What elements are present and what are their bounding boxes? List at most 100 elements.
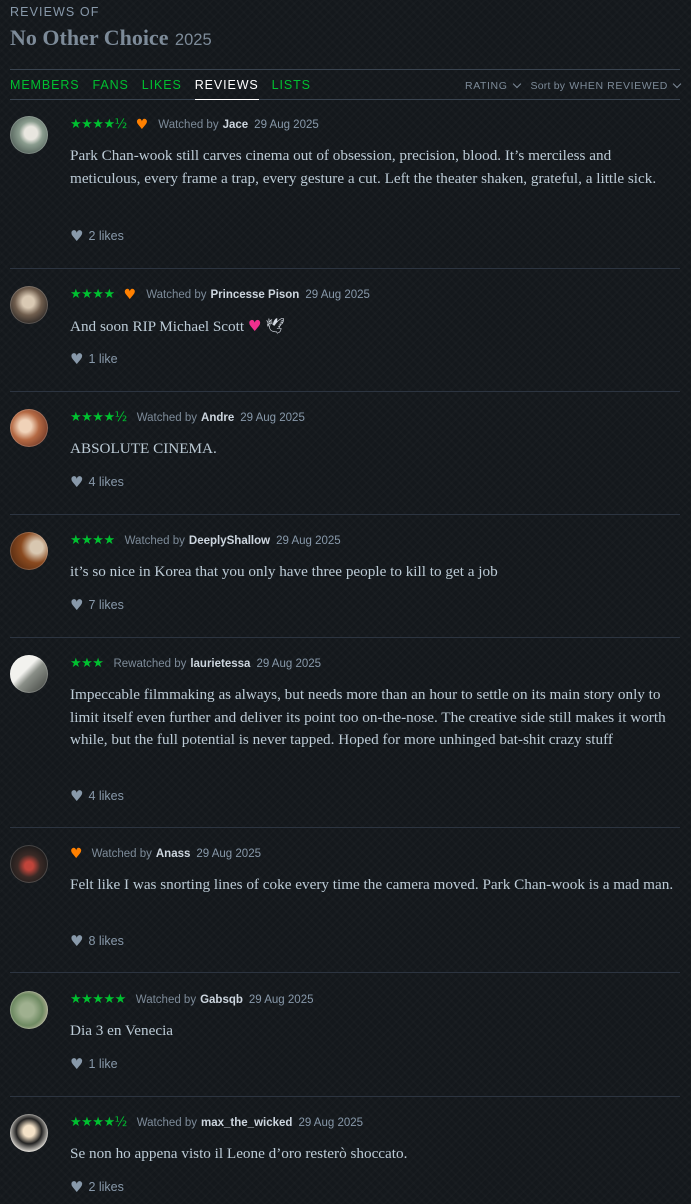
heart-icon: ♥	[70, 227, 84, 245]
tab-members[interactable]: MEMBERS	[10, 78, 80, 93]
likes-count: 2 likes	[88, 1180, 124, 1194]
chevron-down-icon	[512, 79, 521, 89]
watched-by-label: Watched by	[136, 1117, 198, 1129]
heart-emoji-icon: ♥	[247, 317, 262, 335]
divider	[10, 268, 680, 269]
watched-by-label: Rewatched by	[113, 658, 187, 670]
review-text: Se non ho appena visto il Leone d’oro re…	[70, 1145, 408, 1162]
tab-likes[interactable]: LIKES	[142, 78, 182, 93]
likes-link[interactable]: ♥ 4 likes	[70, 473, 124, 491]
review-date[interactable]: 29 Aug 2025	[254, 119, 319, 131]
likes-link[interactable]: ♥ 2 likes	[70, 227, 124, 245]
review-meta: ♥ Watched by Anass 29 Aug 2025	[70, 847, 261, 861]
liked-heart-icon: ♥	[135, 117, 149, 133]
review-date[interactable]: 29 Aug 2025	[298, 1117, 363, 1129]
avatar[interactable]	[10, 116, 48, 154]
tab-reviews[interactable]: REVIEWS	[194, 78, 259, 100]
divider	[10, 391, 680, 392]
likes-count: 2 likes	[88, 229, 124, 243]
avatar[interactable]	[10, 532, 48, 570]
watched-by-label: Watched by	[124, 535, 185, 547]
star-rating: ★★★★	[70, 287, 115, 302]
likes-link[interactable]: ♥ 4 likes	[70, 787, 124, 805]
review-meta: ★★★★½ Watched by Andre 29 Aug 2025	[70, 411, 305, 425]
tab-bar: MEMBERS FANS LIKES REVIEWS LISTS	[10, 78, 324, 100]
divider	[10, 514, 680, 515]
likes-link[interactable]: ♥ 1 like	[70, 350, 118, 368]
review-date[interactable]: 29 Aug 2025	[240, 412, 305, 424]
heart-icon: ♥	[70, 1055, 84, 1073]
divider	[10, 1096, 680, 1097]
review-text: Felt like I was snorting lines of coke e…	[70, 876, 674, 893]
liked-heart-icon: ♥	[70, 846, 83, 862]
heart-icon: ♥	[70, 596, 84, 614]
review-date[interactable]: 29 Aug 2025	[256, 658, 321, 670]
watched-by-label: Watched by	[146, 289, 207, 301]
heart-icon: ♥	[70, 473, 84, 491]
review-text: ABSOLUTE CINEMA.	[70, 440, 217, 457]
reviewer-name-link[interactable]: laurietessa	[190, 658, 250, 670]
likes-link[interactable]: ♥ 1 like	[70, 1055, 118, 1073]
reviewer-name-link[interactable]: DeeplyShallow	[189, 535, 270, 547]
reviewer-name-link[interactable]: Jace	[223, 119, 249, 131]
divider	[10, 827, 680, 828]
star-rating: ★★★	[70, 656, 104, 671]
tab-fans[interactable]: FANS	[93, 78, 129, 93]
review-date[interactable]: 29 Aug 2025	[276, 535, 341, 547]
likes-count: 7 likes	[88, 598, 124, 612]
likes-count: 1 like	[88, 352, 118, 366]
reviewer-name-link[interactable]: Andre	[201, 412, 234, 424]
likes-link[interactable]: ♥ 7 likes	[70, 596, 124, 614]
heart-icon: ♥	[70, 1178, 84, 1196]
sort-by-prefix: Sort by	[530, 80, 566, 92]
reviewer-name-link[interactable]: Gabsqb	[200, 994, 243, 1006]
review-text: it’s so nice in Korea that you only have…	[70, 563, 498, 580]
avatar[interactable]	[10, 409, 48, 447]
sort-by-value: WHEN REVIEWED	[569, 80, 668, 92]
star-rating: ★★★★½	[70, 410, 127, 425]
review-date[interactable]: 29 Aug 2025	[249, 994, 314, 1006]
review-text: Park Chan-wook still carves cinema out o…	[70, 147, 657, 187]
rating-filter-label: RATING	[465, 80, 508, 92]
avatar[interactable]	[10, 655, 48, 693]
liked-heart-icon: ♥	[123, 287, 137, 303]
review-meta: ★★★★ Watched by DeeplyShallow 29 Aug 202…	[70, 534, 341, 548]
heart-icon: ♥	[70, 350, 84, 368]
dove-emoji-icon: 🕊	[265, 317, 285, 335]
watched-by-label: Watched by	[158, 119, 219, 131]
watched-by-label: Watched by	[91, 848, 152, 860]
review-text: Dia 3 en Venecia	[70, 1022, 174, 1039]
rating-filter-dropdown[interactable]: RATING	[465, 79, 521, 92]
sort-by-dropdown[interactable]: Sort by WHEN REVIEWED	[530, 79, 682, 92]
heart-icon: ♥	[70, 787, 84, 805]
likes-count: 4 likes	[88, 475, 124, 489]
avatar[interactable]	[10, 845, 48, 883]
star-rating: ★★★★½	[70, 1115, 127, 1130]
likes-link[interactable]: ♥ 2 likes	[70, 1178, 124, 1196]
reviewer-name-link[interactable]: max_the_wicked	[201, 1117, 292, 1129]
divider	[10, 637, 680, 638]
review-meta: ★★★★½ ♥ Watched by Jace 29 Aug 2025	[70, 117, 319, 133]
review-date[interactable]: 29 Aug 2025	[196, 848, 261, 860]
reviewer-name-link[interactable]: Anass	[156, 848, 191, 860]
review-meta: ★★★★½ Watched by max_the_wicked 29 Aug 2…	[70, 1116, 363, 1130]
likes-count: 4 likes	[88, 789, 124, 803]
film-title-row: No Other Choice 2025	[10, 25, 680, 54]
review-meta: ★★★ Rewatched by laurietessa 29 Aug 2025	[70, 657, 321, 671]
film-year-link[interactable]: 2025	[175, 31, 212, 49]
reviewer-name-link[interactable]: Princesse Pison	[210, 289, 299, 301]
avatar[interactable]	[10, 991, 48, 1029]
film-title-link[interactable]: No Other Choice	[10, 25, 168, 50]
star-rating: ★★★★	[70, 533, 115, 548]
review-text-content: And soon RIP Michael Scott	[70, 318, 245, 335]
avatar[interactable]	[10, 1114, 48, 1152]
watched-by-label: Watched by	[136, 412, 198, 424]
chevron-down-icon	[672, 79, 682, 89]
tab-lists[interactable]: LISTS	[272, 78, 311, 93]
avatar[interactable]	[10, 286, 48, 324]
heart-icon: ♥	[70, 932, 84, 950]
divider	[10, 972, 680, 973]
star-rating: ★★★★½	[70, 117, 127, 132]
review-date[interactable]: 29 Aug 2025	[305, 289, 370, 301]
likes-link[interactable]: ♥ 8 likes	[70, 932, 124, 950]
